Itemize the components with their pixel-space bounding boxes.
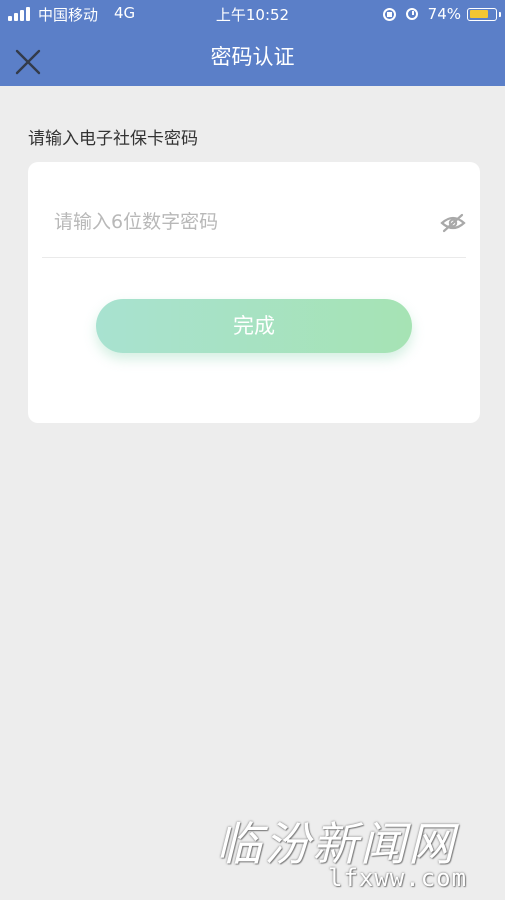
watermark-domain: lfxww.com (328, 864, 468, 892)
done-button[interactable]: 完成 (96, 299, 412, 353)
battery-level-fill (469, 10, 488, 18)
rotation-lock-icon (382, 7, 396, 21)
password-input[interactable] (42, 198, 412, 246)
input-underline (42, 257, 466, 258)
eye-hidden-icon[interactable] (440, 212, 466, 234)
status-bar: 中国移动 4G 上午10:52 74% (0, 0, 505, 28)
page-title: 密码认证 (210, 45, 295, 69)
battery-icon (467, 7, 501, 21)
password-card: 完成 (28, 162, 480, 423)
password-prompt-label: 请输入电子社保卡密码 (28, 129, 198, 149)
battery-percent: 74% (427, 5, 461, 23)
header-bar: 中国移动 4G 上午10:52 74% 密码认证 (0, 0, 505, 86)
alarm-icon (405, 8, 418, 20)
watermark-logo: 临汾新闻网 lfxww.com (208, 808, 504, 898)
status-indicators: 74% (382, 4, 501, 24)
